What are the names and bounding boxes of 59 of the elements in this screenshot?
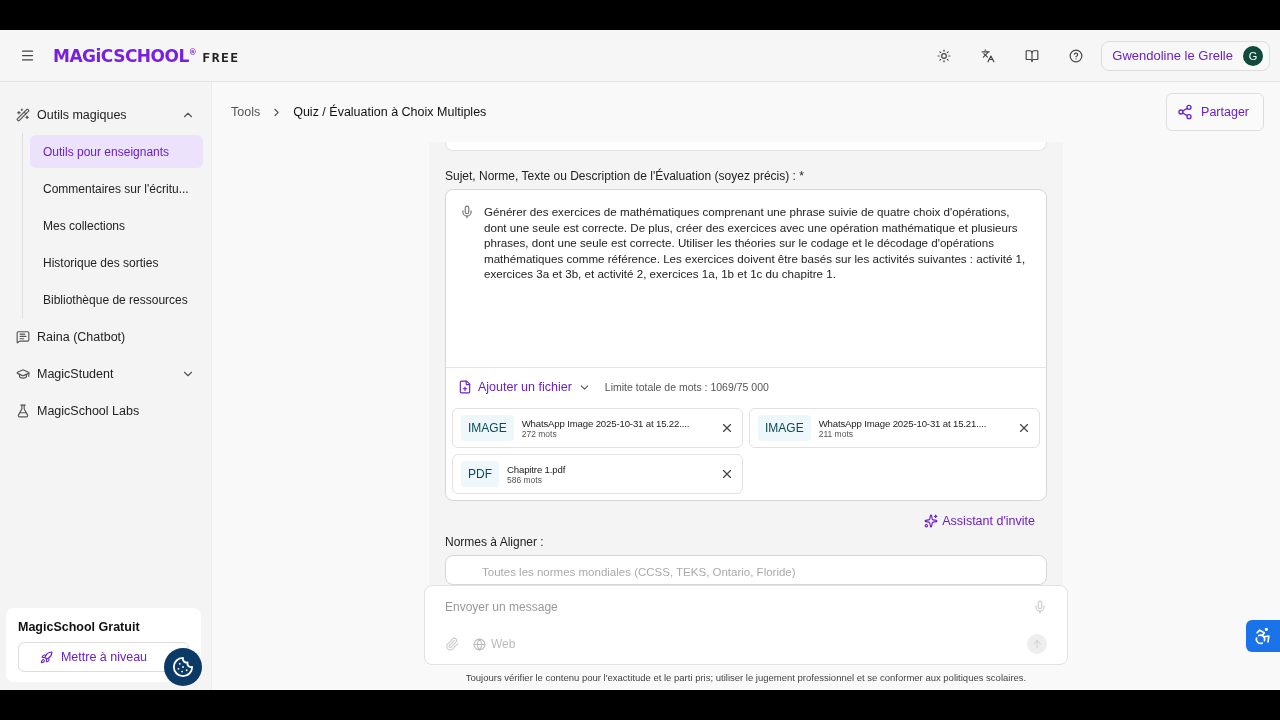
sidebar-subitem[interactable]: Commentaires sur l'écritu... bbox=[30, 172, 203, 205]
logo: MAGiCSCHOOL$^{®}$ bbox=[53, 45, 197, 66]
breadcrumb-link[interactable]: Quiz / Évaluation à Choix Multiples bbox=[293, 105, 487, 119]
file-type-tag: IMAGE bbox=[758, 415, 811, 441]
close-icon bbox=[1017, 421, 1031, 435]
close-icon bbox=[720, 421, 734, 435]
add-file-button[interactable]: Ajouter un fichier bbox=[458, 380, 591, 394]
help-icon bbox=[1069, 48, 1084, 63]
file-type-tag: PDF bbox=[461, 461, 499, 487]
sparkles-icon bbox=[924, 514, 939, 528]
share-button[interactable]: Partager bbox=[1166, 93, 1264, 131]
word-count: 272 mots bbox=[521, 428, 557, 439]
disclaimer: Toujours vérifier le contenu pour l'exactitude et le parti pris; utiliser le jugement professionnel et se conformer aux politiques scolaires. bbox=[464, 671, 1028, 685]
sidebar-subitem[interactable]: Historique des sorties bbox=[30, 246, 203, 279]
word-limit: Limite totale de mots : 1069/75 000 bbox=[604, 381, 769, 393]
prompt-assistant-button[interactable]: Assistant d'invite bbox=[918, 513, 1041, 529]
sidebar-icon bbox=[16, 329, 30, 344]
user-avatar: G bbox=[1243, 45, 1263, 66]
sidebar-item[interactable]: MagicStudent bbox=[8, 355, 203, 392]
field-label: Normes à Aligner : bbox=[445, 535, 545, 549]
upgrade-button[interactable]: Mettre à niveau bbox=[18, 642, 189, 672]
arrow-up-icon bbox=[1031, 638, 1043, 650]
sun-icon bbox=[937, 48, 952, 63]
plan-label: FREE bbox=[202, 50, 240, 65]
sidebar-subitem[interactable]: Mes collections bbox=[30, 209, 203, 242]
microphone-icon bbox=[460, 205, 474, 219]
close-icon bbox=[720, 467, 734, 481]
word-count: 586 mots bbox=[507, 474, 542, 485]
sidebar-subitem[interactable]: Outils pour enseignants bbox=[30, 135, 203, 168]
sidebar-icon bbox=[16, 107, 30, 122]
sidebar-item[interactable]: Outils magiques bbox=[8, 96, 203, 133]
paperclip-icon bbox=[445, 637, 459, 651]
file-name: WhatsApp Image 2025-10-31 at 15.22.... bbox=[521, 417, 690, 429]
share-icon bbox=[1177, 104, 1194, 120]
word-count: 211 mots bbox=[818, 428, 853, 439]
cookie-icon bbox=[172, 656, 194, 678]
file-plus-icon bbox=[458, 380, 472, 394]
sidebar-icon bbox=[16, 403, 30, 418]
translate-icon bbox=[981, 48, 996, 63]
breadcrumb-link[interactable]: Tools bbox=[231, 105, 261, 119]
sidebar-item[interactable]: Raina (Chatbot) bbox=[8, 318, 203, 355]
sidebar-item[interactable]: MagicSchool Labs bbox=[8, 392, 203, 429]
accessibility-icon bbox=[1253, 626, 1273, 646]
file-name: Chapitre 1.pdf bbox=[507, 463, 566, 475]
book-icon bbox=[1025, 48, 1040, 63]
globe-icon bbox=[473, 637, 486, 651]
accessibility-button[interactable] bbox=[1246, 620, 1280, 652]
sidebar-icon bbox=[16, 366, 30, 381]
subject-field[interactable] bbox=[445, 189, 1047, 501]
rocket-icon bbox=[39, 650, 53, 664]
file-name: WhatsApp Image 2025-10-31 at 15.21.... bbox=[818, 417, 987, 429]
subject-text: Générer des exercices de mathématiques comprenant une phrase suivie de quatre choix d'opérations, dont une seule est correcte. De plus, créer des exercices avec une opération mathématique et plusieurs phrases, dont une seule est correcte. Utiliser les théories sur le codage et le décodage d'opérations mathématiques comme référence. Les exercices doivent être basés sur les activités suivantes : activité 1, exercices 3a et 3b, et activité 2, exercices 1a, 1b et 1c du chapitre 1. bbox=[484, 204, 1027, 283]
user-menu-button[interactable]: Gwendoline le Grelle G bbox=[1101, 40, 1270, 71]
file-type-tag: IMAGE bbox=[461, 415, 514, 441]
upgrade-title: MagicSchool Gratuit bbox=[18, 620, 141, 634]
menu-icon bbox=[20, 48, 35, 63]
field-label: Sujet, Norme, Texte ou Description de l'Évaluation (soyez précis) : * bbox=[445, 169, 805, 183]
sidebar-subitem[interactable]: Bibliothèque de ressources bbox=[30, 283, 203, 316]
microphone-icon bbox=[1033, 600, 1047, 614]
